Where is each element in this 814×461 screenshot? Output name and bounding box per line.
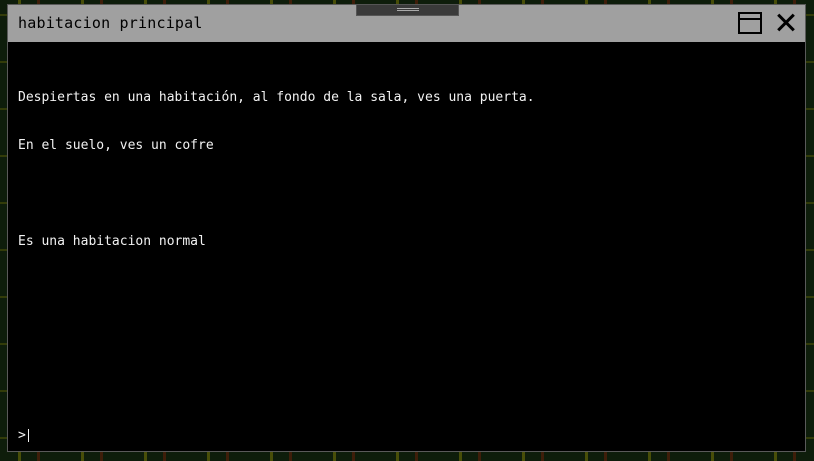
grip-lines (397, 8, 419, 11)
text-cursor (28, 429, 29, 442)
console-line: En el suelo, ves un cofre (18, 138, 214, 153)
drag-handle-icon[interactable] (356, 4, 459, 16)
maximize-button[interactable] (738, 12, 762, 34)
command-input[interactable] (33, 428, 734, 443)
text-adventure-window: habitacion principal Despiertas en una h… (7, 4, 806, 452)
close-button[interactable] (774, 11, 798, 35)
command-prompt-row: > (18, 428, 798, 446)
console-line: Despiertas en una habitación, al fondo d… (18, 90, 535, 105)
console-output: Despiertas en una habitación, al fondo d… (18, 58, 798, 282)
window-title: habitacion principal (18, 14, 203, 32)
console-line: Es una habitacion normal (18, 234, 206, 249)
maximize-icon (738, 12, 762, 34)
prompt-symbol: > (18, 428, 26, 443)
window-titlebar[interactable]: habitacion principal (8, 4, 805, 42)
